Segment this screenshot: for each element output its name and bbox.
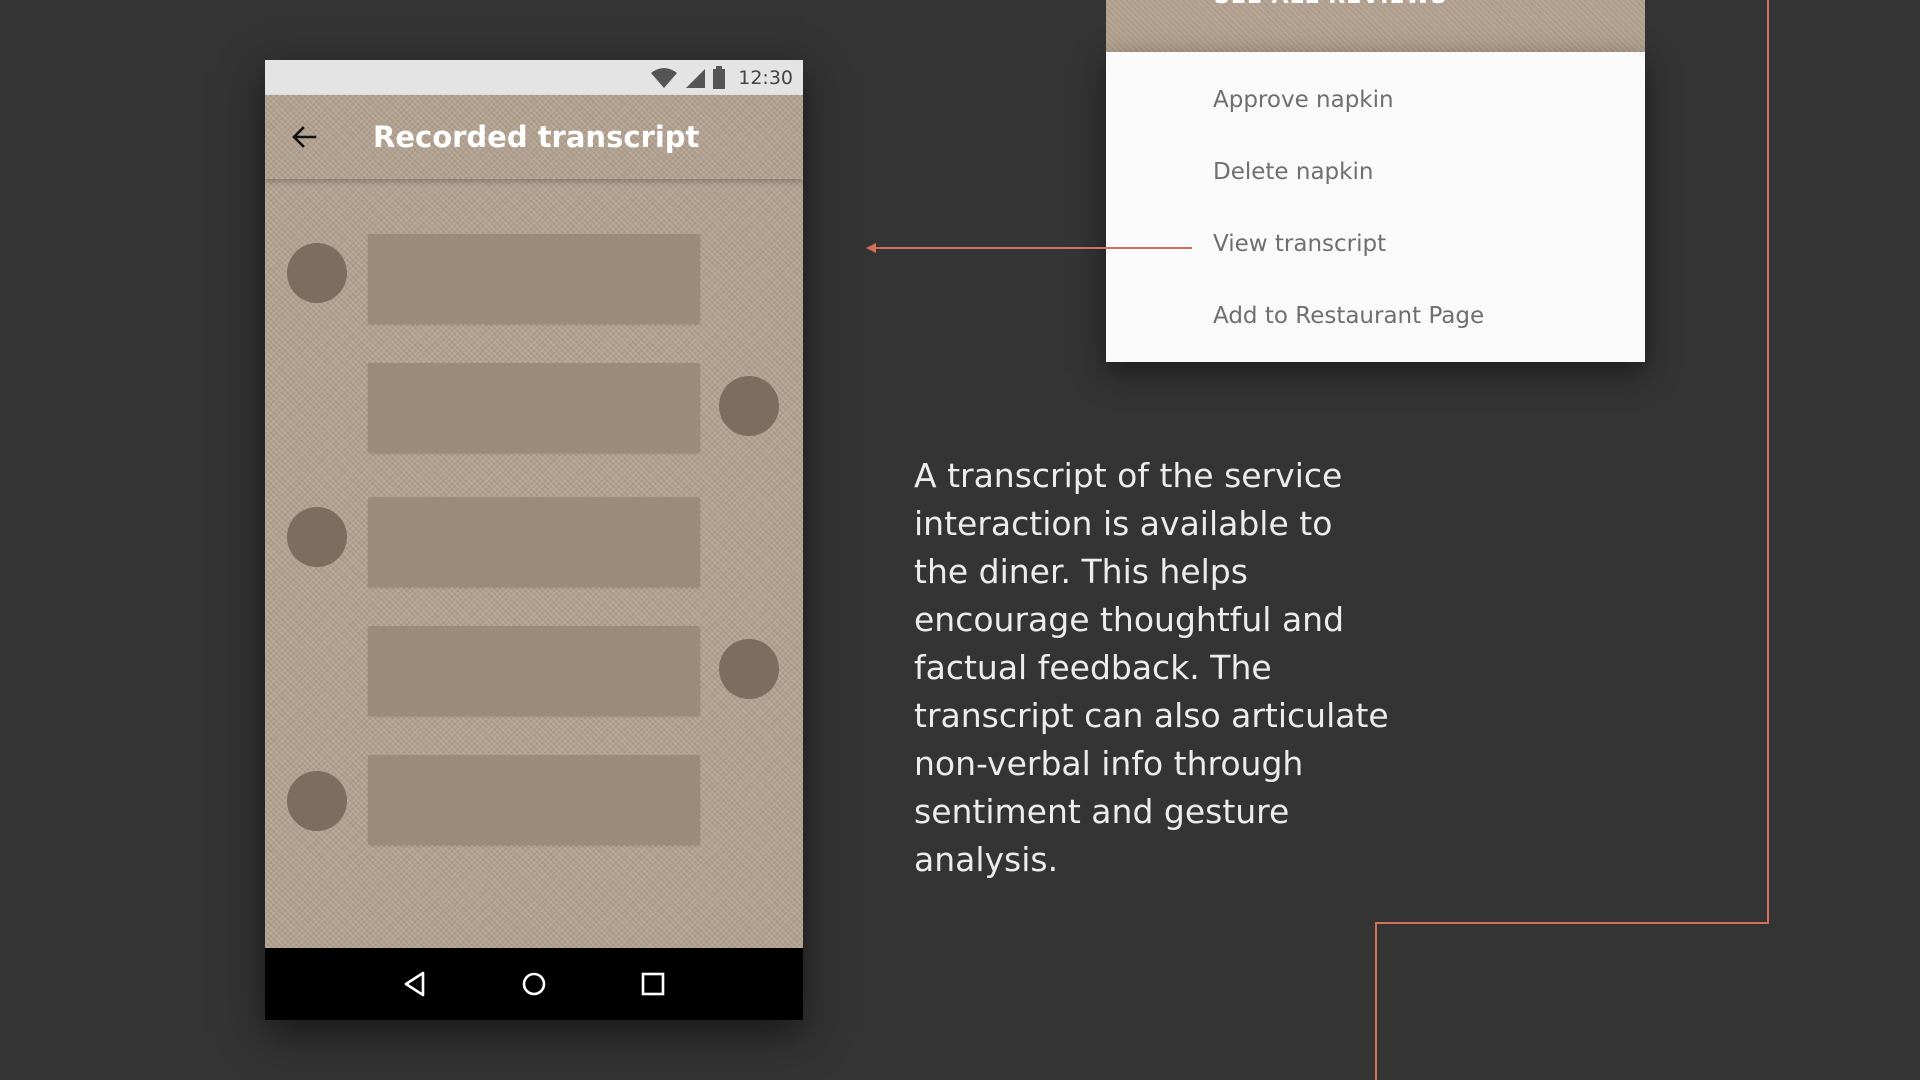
navigation-bar: [265, 948, 803, 1020]
avatar: [287, 771, 347, 831]
message-bubble[interactable]: [368, 363, 700, 453]
overflow-menu: Approve napkin Delete napkin View transc…: [1106, 52, 1645, 362]
avatar: [287, 507, 347, 567]
nav-recents-icon[interactable]: [636, 967, 670, 1001]
avatar: [287, 243, 347, 303]
status-bar: 12:30: [265, 60, 803, 95]
menu-item-add-to-restaurant-page[interactable]: Add to Restaurant Page: [1213, 296, 1484, 336]
message-bubble[interactable]: [368, 497, 700, 587]
back-arrow-icon[interactable]: [285, 117, 325, 157]
status-time: 12:30: [738, 66, 793, 89]
message-bubble[interactable]: [368, 234, 700, 324]
wifi-icon: [651, 67, 678, 88]
arrowhead-icon: [866, 243, 876, 253]
menu-item-delete-napkin[interactable]: Delete napkin: [1213, 152, 1373, 192]
cell-signal-icon: [686, 68, 706, 88]
see-all-reviews-label[interactable]: SEE ALL REVIEWS: [1214, 0, 1448, 9]
avatar: [719, 376, 779, 436]
menu-item-view-transcript[interactable]: View transcript: [1213, 224, 1386, 264]
page-title: Recorded transcript: [373, 120, 700, 154]
message-bubble[interactable]: [368, 755, 700, 845]
menu-header: SEE ALL REVIEWS: [1106, 0, 1645, 52]
menu-item-approve-napkin[interactable]: Approve napkin: [1213, 80, 1394, 120]
nav-home-icon[interactable]: [517, 967, 551, 1001]
battery-icon: [713, 65, 726, 89]
phone-mockup: 12:30 Recorded transcript: [265, 60, 803, 1020]
transcript-list[interactable]: [265, 179, 803, 1008]
message-bubble[interactable]: [368, 626, 700, 716]
description-text: A transcript of the service interaction …: [914, 456, 1389, 879]
app-bar: Recorded transcript: [265, 95, 803, 179]
nav-back-icon[interactable]: [398, 967, 432, 1001]
avatar: [719, 639, 779, 699]
